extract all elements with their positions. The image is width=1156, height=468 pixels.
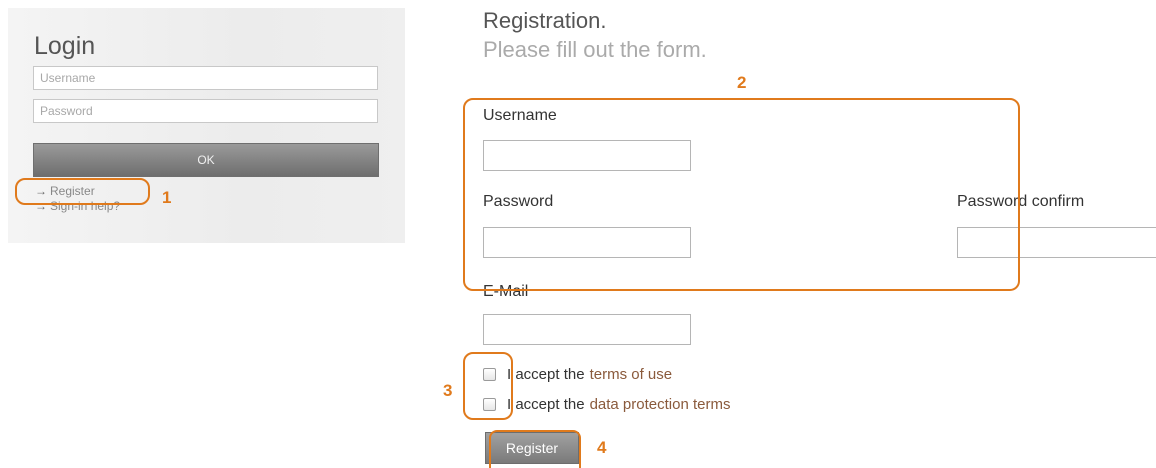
email-field[interactable] <box>483 314 691 345</box>
callout-number-4: 4 <box>597 438 607 457</box>
callout-box-4 <box>489 430 581 468</box>
terms-of-use-link[interactable]: terms of use <box>590 366 673 383</box>
registration-title: Registration. <box>483 8 607 33</box>
login-username-input[interactable] <box>33 66 378 90</box>
callout-box-3 <box>463 352 513 420</box>
login-ok-button[interactable]: OK <box>33 143 379 177</box>
callout-box-1 <box>15 178 150 205</box>
registration-subtitle: Please fill out the form. <box>483 37 707 62</box>
accept-data-prefix: I accept the <box>507 396 585 413</box>
callout-number-1: 1 <box>162 188 172 207</box>
login-title: Login <box>34 32 96 60</box>
login-panel: Login OK →Register →Sign-in help? <box>8 8 405 243</box>
callout-box-2 <box>463 98 1020 291</box>
callout-number-2: 2 <box>737 73 747 92</box>
accept-data-row: I accept the data protection terms <box>483 396 730 413</box>
callout-number-3: 3 <box>443 381 453 400</box>
accept-terms-prefix: I accept the <box>507 366 585 383</box>
data-protection-terms-link[interactable]: data protection terms <box>590 396 731 413</box>
login-password-input[interactable] <box>33 99 378 123</box>
